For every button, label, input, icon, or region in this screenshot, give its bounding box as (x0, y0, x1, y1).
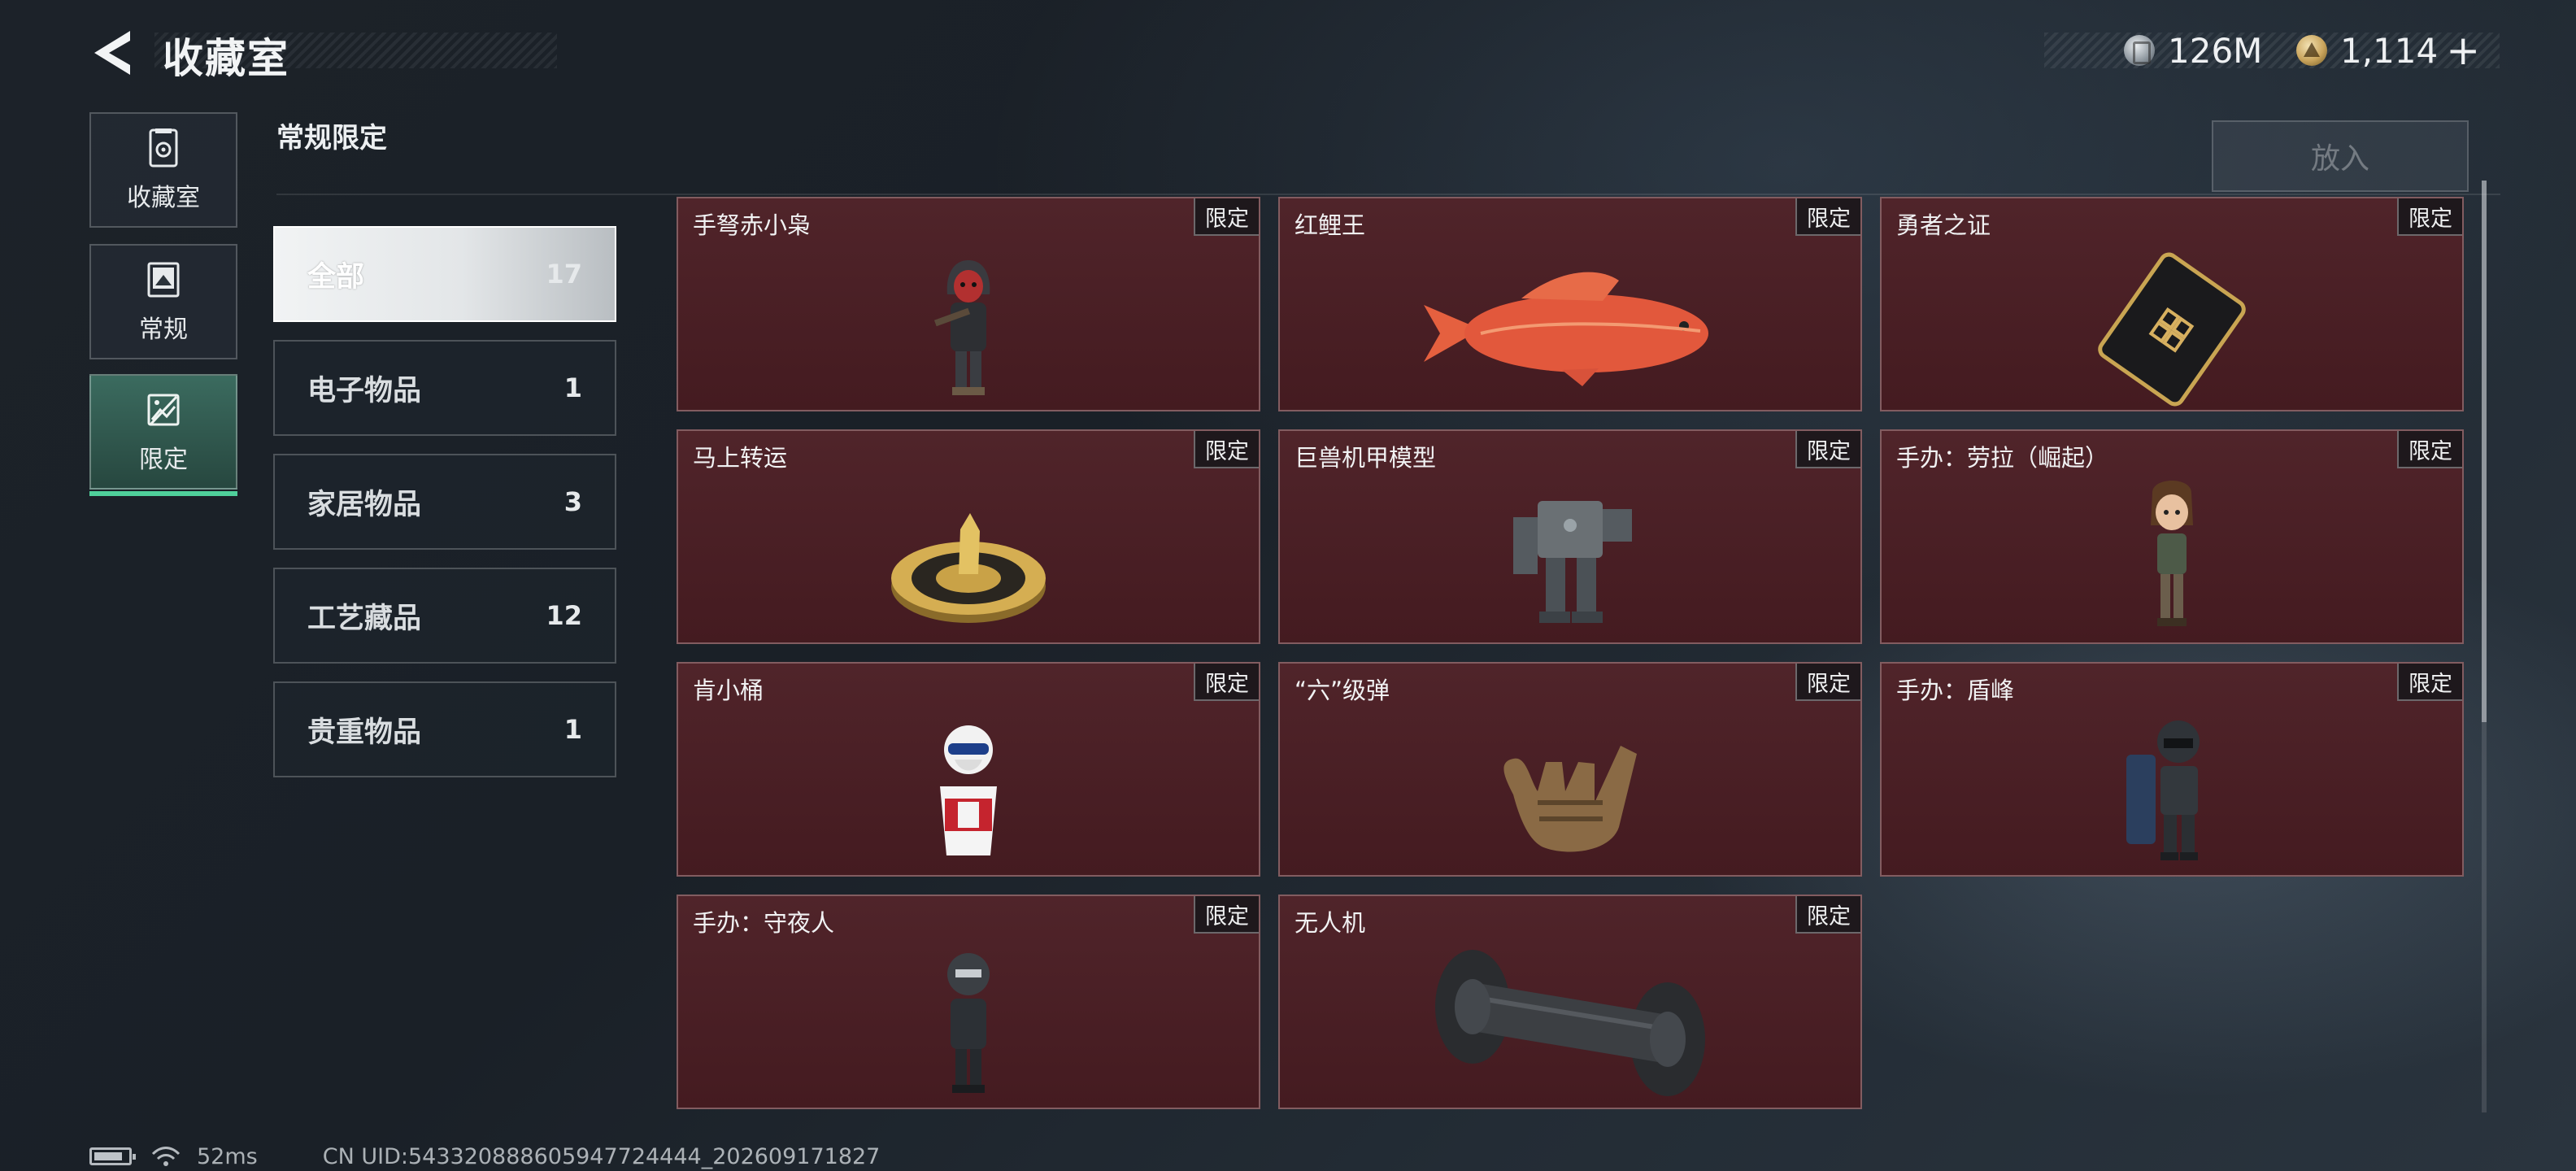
limited-tag: 限定 (1194, 198, 1259, 236)
silver-amount: 126M (2168, 30, 2263, 71)
limited-tag: 限定 (1795, 664, 1860, 701)
category-all[interactable]: 全部 17 (273, 226, 616, 322)
item-card[interactable]: 手办：守夜人 限定 (677, 895, 1260, 1109)
item-card[interactable]: 手办：盾峰 限定 (1880, 662, 2464, 877)
category-label: 家居物品 (307, 488, 422, 521)
item-name: 马上转运 (693, 444, 788, 472)
nav-item-regular[interactable]: 常规 (89, 244, 237, 359)
limited-tag: 限定 (2397, 664, 2462, 701)
item-card[interactable]: “六”级弹 限定 (1278, 662, 1862, 877)
category-crafts[interactable]: 工艺藏品 12 (273, 568, 616, 664)
red-carp-icon (1408, 244, 1733, 407)
section-divider (276, 194, 2500, 195)
item-card[interactable]: 无人机 限定 (1278, 895, 1862, 1109)
limited-tag: 限定 (1795, 198, 1860, 236)
item-name: “六”级弹 (1295, 677, 1390, 704)
item-card[interactable]: 马上转运 限定 (677, 429, 1260, 644)
vault-icon (149, 128, 178, 168)
category-label: 全部 (307, 260, 365, 294)
limited-tag: 限定 (2397, 431, 2462, 468)
nav-item-vault[interactable]: 收藏室 (89, 112, 237, 228)
category-count: 12 (546, 600, 582, 631)
add-currency-button[interactable]: + (2446, 27, 2480, 74)
item-card[interactable]: 巨兽机甲模型 限定 (1278, 429, 1862, 644)
category-count: 1 (564, 714, 582, 745)
silver-coin-icon (2124, 35, 2155, 66)
page-title: 收藏室 (163, 35, 289, 82)
badge-card-icon (2082, 244, 2261, 407)
category-count: 17 (546, 259, 582, 289)
limited-tag: 限定 (1795, 896, 1860, 934)
limited-tag: 限定 (2397, 198, 2462, 236)
colonel-bucket-icon (916, 709, 1021, 872)
scrollbar-thumb[interactable] (2482, 181, 2487, 722)
item-name: 巨兽机甲模型 (1295, 444, 1437, 472)
item-name: 红鲤王 (1295, 211, 1366, 239)
item-card[interactable]: 红鲤王 限定 (1278, 197, 1862, 411)
limited-tag: 限定 (1194, 431, 1259, 468)
category-count: 1 (564, 372, 582, 403)
user-uid: CN UID:543320888605947724444_20260917182… (322, 1143, 881, 1169)
hooded-figure-icon (920, 244, 1017, 407)
item-name: 肯小桶 (693, 677, 764, 704)
nav-label-vault: 收藏室 (127, 184, 200, 212)
item-name: 勇者之证 (1896, 211, 1991, 239)
night-watch-figure-icon (920, 942, 1017, 1104)
item-card[interactable]: 手弩赤小枭 限定 (677, 197, 1260, 411)
status-footer: 52ms CN UID:543320888605947724444_202609… (89, 1142, 880, 1171)
limited-tag: 限定 (1194, 664, 1259, 701)
category-count: 3 (564, 486, 582, 517)
battery-icon (89, 1147, 136, 1165)
category-household[interactable]: 家居物品 3 (273, 454, 616, 550)
gold-currency: 1,114 + (2296, 27, 2480, 74)
category-label: 电子物品 (307, 374, 422, 407)
item-card[interactable]: 肯小桶 限定 (677, 662, 1260, 877)
back-button[interactable] (88, 26, 137, 80)
shield-soldier-icon (2115, 709, 2229, 872)
silver-currency: 126M (2124, 29, 2262, 72)
item-card[interactable]: 手办：劳拉（崛起） 限定 (1880, 429, 2464, 644)
back-arrow-icon (94, 31, 130, 75)
drone-roller-icon (1424, 942, 1717, 1104)
nav-label-regular: 常规 (139, 316, 188, 344)
nav-label-limited: 限定 (139, 446, 188, 474)
wifi-icon (151, 1147, 181, 1166)
item-name: 手办：盾峰 (1896, 677, 2015, 704)
category-electronics[interactable]: 电子物品 1 (273, 340, 616, 436)
mech-model-icon (1489, 477, 1651, 639)
golden-horse-disc-icon (879, 477, 1058, 639)
put-in-button[interactable]: 放入 (2212, 120, 2469, 192)
nav-item-limited[interactable]: 限定 (89, 374, 237, 496)
image-slash-icon (147, 394, 180, 426)
ping-value: 52ms (197, 1143, 258, 1169)
section-title: 常规限定 (276, 122, 387, 155)
item-name: 无人机 (1295, 909, 1366, 937)
gold-amount: 1,114 (2340, 30, 2439, 71)
category-label: 工艺藏品 (307, 602, 422, 635)
item-card[interactable]: 勇者之证 限定 (1880, 197, 2464, 411)
six-hand-sign-icon (1481, 709, 1660, 872)
limited-tag: 限定 (1795, 431, 1860, 468)
item-name: 手弩赤小枭 (693, 211, 812, 239)
limited-tag: 限定 (1194, 896, 1259, 934)
category-label: 贵重物品 (307, 716, 422, 749)
item-name: 手办：劳拉（崛起） (1896, 444, 2109, 472)
category-valuables[interactable]: 贵重物品 1 (273, 681, 616, 777)
gold-coin-icon (2296, 35, 2327, 66)
item-name: 手办：守夜人 (693, 909, 835, 937)
lara-figure-icon (2123, 477, 2221, 639)
image-card-icon (147, 262, 180, 298)
